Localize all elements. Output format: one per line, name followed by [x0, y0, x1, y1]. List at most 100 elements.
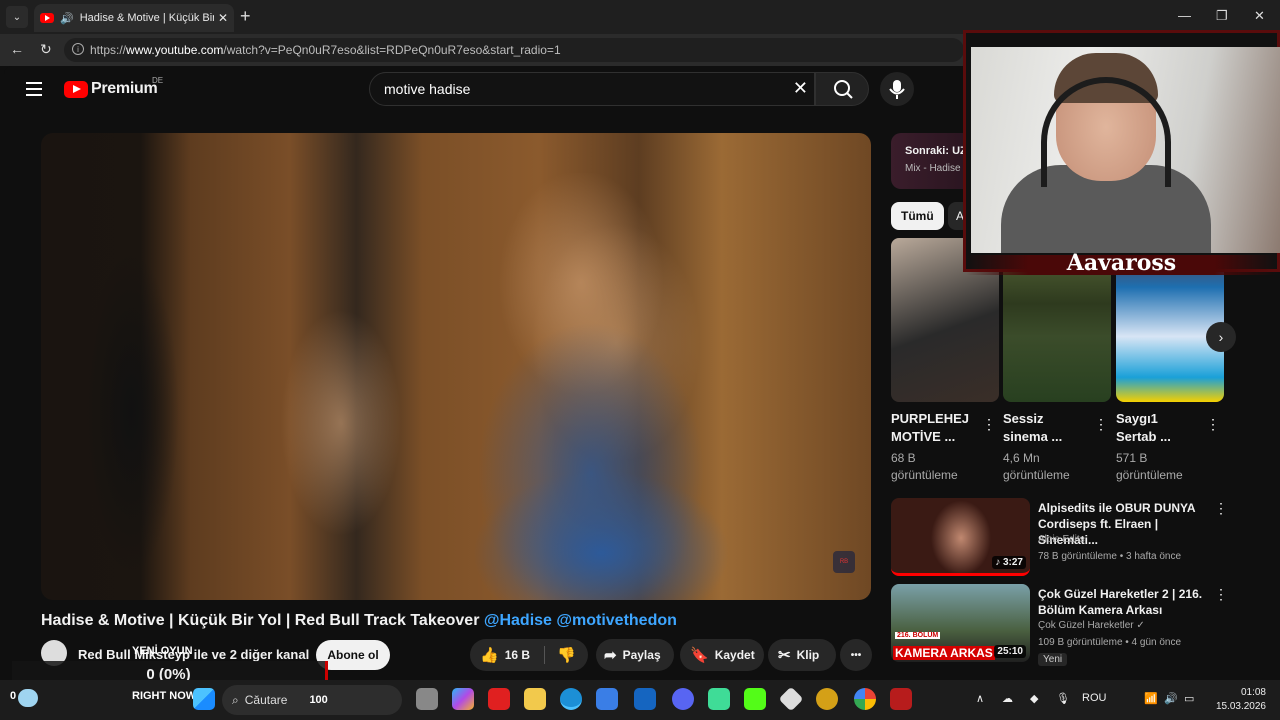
rec-meta-2: 109 B görüntüleme • 4 gün önce: [1038, 637, 1182, 648]
video-singer-arm: [241, 283, 431, 583]
webcam-feed: [971, 47, 1280, 253]
short-views-2: 4,6 Mn görüntüleme: [1003, 451, 1070, 482]
chip-all[interactable]: Tümü: [891, 202, 944, 230]
browser-tab-bar: ⌄ 🔊 Hadise & Motive | Küçük Bir Y ✕ + — …: [0, 0, 1280, 34]
rec-thumbnail-2[interactable]: 216. BÖLÜM KAMERA ARKAS 25:10: [891, 584, 1030, 662]
speaker-icon[interactable]: 🔊: [60, 12, 74, 25]
file-explorer-icon[interactable]: [524, 688, 546, 710]
short-more-icon[interactable]: ⋮: [982, 416, 996, 433]
url-domain: www.youtube.com: [126, 43, 224, 57]
youtube-favicon-icon: [40, 13, 54, 23]
short-title-2[interactable]: Sessiz sinema ...: [1003, 410, 1087, 446]
red-bull-watermark-icon: RB: [833, 551, 855, 573]
taskbar-clock[interactable]: 01:08 15.03.2026: [1214, 686, 1266, 714]
taskbar-search-icon: ⌕: [232, 692, 239, 707]
rec-channel-1[interactable]: Alpis Edits: [1038, 534, 1085, 545]
close-tab-icon[interactable]: ✕: [218, 11, 228, 25]
voice-search-button[interactable]: [880, 72, 914, 106]
clip-label: Klip: [796, 648, 820, 662]
rec-channel-2[interactable]: Çok Güzel Hareketler ✓: [1038, 620, 1145, 631]
shorts-next-button[interactable]: ›: [1206, 322, 1236, 352]
more-actions-button[interactable]: •••: [840, 639, 872, 671]
new-badge: Yeni: [1038, 653, 1068, 666]
mail-icon[interactable]: [634, 688, 656, 710]
bookmark-icon: 🔖: [690, 647, 709, 664]
reload-button[interactable]: ↻: [40, 41, 52, 58]
short-views-1: 68 B görüntüleme: [891, 451, 958, 482]
mention-motive-link[interactable]: @motivethedon: [556, 612, 677, 629]
short-more-icon[interactable]: ⋮: [1206, 416, 1220, 433]
taskbar-search[interactable]: ⌕ Căutare 100: [222, 685, 402, 715]
streaming-app-icon[interactable]: [890, 688, 912, 710]
streamer-name: Aavaross: [966, 252, 1277, 275]
search-button[interactable]: [815, 72, 869, 106]
save-button[interactable]: 🔖 Kaydet: [680, 639, 764, 671]
rec-meta-1: 78 B görüntüleme • 3 hafta önce: [1038, 551, 1182, 562]
menu-icon[interactable]: [26, 82, 42, 100]
like-count[interactable]: 16 B: [505, 648, 530, 662]
chrome-icon[interactable]: [854, 688, 876, 710]
channel-name[interactable]: Red Bull Miksteyp ile ve 2 diğer kanal: [78, 647, 309, 662]
close-window-button[interactable]: ✕: [1254, 8, 1265, 24]
rec-thumbnail-1[interactable]: ♪ 3:27: [891, 498, 1030, 576]
new-tab-button[interactable]: +: [240, 6, 251, 27]
battery-icon[interactable]: ▭: [1184, 692, 1194, 705]
search-input[interactable]: motive hadise ✕: [369, 72, 815, 106]
short-title-3[interactable]: Saygı1 Sertab ...: [1116, 410, 1200, 446]
clock-time: 01:08: [1240, 687, 1266, 698]
back-button[interactable]: ←: [10, 41, 24, 57]
kick-icon[interactable]: [744, 688, 766, 710]
dropbox-icon[interactable]: ◆: [1030, 692, 1038, 705]
rec-more-icon[interactable]: ⋮: [1214, 500, 1228, 517]
video-title: Hadise & Motive | Küçük Bir Yol | Red Bu…: [41, 612, 677, 630]
windows-start-icon[interactable]: [193, 688, 215, 710]
rec-thumb-tag-2: 216. BÖLÜM: [895, 632, 941, 639]
address-bar[interactable]: i https://www.youtube.com/watch?v=PeQn0u…: [64, 38, 964, 62]
dislike-icon[interactable]: 👎: [544, 646, 576, 664]
next-up-subtitle: Mix - Hadise: [905, 163, 961, 174]
next-up-banner[interactable]: Sonraki: UZ Mix - Hadise: [891, 133, 971, 189]
volume-icon[interactable]: 🔊: [1164, 692, 1178, 705]
rec-duration-1: ♪ 3:27: [992, 556, 1026, 569]
store-icon[interactable]: [596, 688, 618, 710]
tab-search-dropdown[interactable]: ⌄: [6, 6, 28, 28]
youtube-premium-logo[interactable]: Premium DE: [64, 76, 163, 98]
clip-button[interactable]: ✂ Klip: [768, 639, 836, 671]
onedrive-icon[interactable]: ☁: [1002, 692, 1013, 705]
clear-search-icon[interactable]: ✕: [793, 78, 808, 99]
webcam-overlay: Aavaross: [963, 30, 1280, 275]
url-path: /watch?v=PeQn0uR7eso&list=RDPeQn0uR7eso&…: [223, 43, 561, 57]
wifi-icon[interactable]: 📶: [1144, 692, 1158, 705]
rec-title-2[interactable]: Çok Güzel Hareketler 2 | 216. Bölüm Kame…: [1038, 586, 1208, 618]
rec-duration-2: 25:10: [994, 645, 1026, 658]
minimize-button[interactable]: —: [1178, 8, 1191, 23]
rec-more-icon[interactable]: ⋮: [1214, 586, 1228, 603]
site-info-icon[interactable]: i: [72, 43, 84, 55]
edge-browser-icon[interactable]: [560, 688, 582, 710]
copilot-icon[interactable]: [452, 688, 474, 710]
video-player[interactable]: RB: [41, 133, 871, 600]
logo-text: Premium: [91, 80, 158, 97]
bot-icon[interactable]: [816, 688, 838, 710]
task-view-icon[interactable]: [416, 688, 438, 710]
app-icon[interactable]: [778, 686, 804, 712]
like-icon[interactable]: 👍: [480, 646, 499, 664]
share-button[interactable]: ➦ Paylaş: [596, 639, 674, 671]
discord-icon[interactable]: [672, 688, 694, 710]
save-label: Kaydet: [714, 648, 755, 662]
tray-overflow-icon[interactable]: ∧: [976, 692, 984, 705]
maximize-button[interactable]: ❐: [1216, 8, 1228, 24]
short-title-1[interactable]: PURPLEHEJ MOTİVE ...: [891, 410, 975, 446]
search-value: motive hadise: [384, 81, 471, 97]
mention-hadise-link[interactable]: @Hadise: [484, 612, 552, 629]
microphone-tray-icon[interactable]: 🎙: [1056, 692, 1070, 705]
short-more-icon[interactable]: ⋮: [1094, 416, 1108, 433]
cloud-widget-icon[interactable]: [18, 689, 38, 707]
overlay-left-count: 0: [10, 690, 17, 702]
language-indicator[interactable]: ROU: [1082, 692, 1106, 704]
video-singer: [391, 173, 771, 600]
clock-date: 15.03.2026: [1215, 701, 1266, 712]
browser-tab-active[interactable]: 🔊 Hadise & Motive | Küçük Bir Y ✕: [34, 4, 234, 32]
youtube-app-icon[interactable]: [488, 688, 510, 710]
game-icon[interactable]: [708, 688, 730, 710]
